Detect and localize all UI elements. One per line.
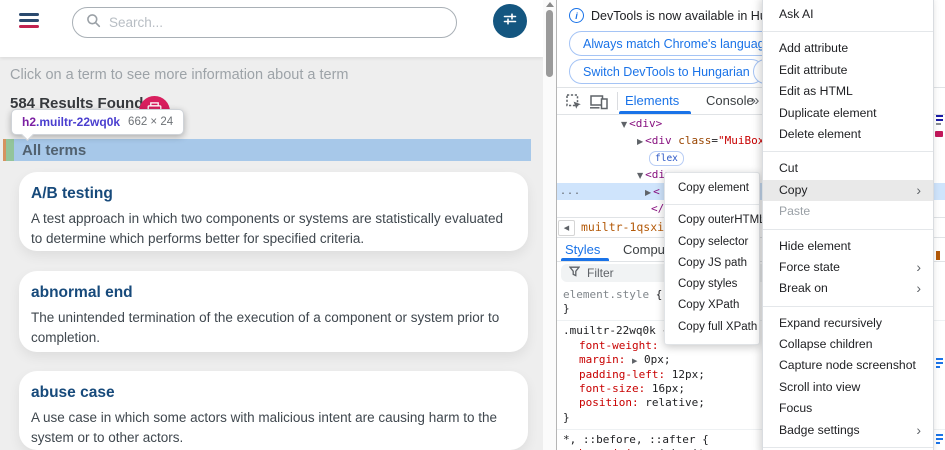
menu-separator xyxy=(665,204,759,205)
browser-with-devtools: Search... Click on a term to see more in… xyxy=(0,0,945,450)
menu-item-collapse-children[interactable]: Collapse children xyxy=(763,334,933,355)
menu-separator xyxy=(763,447,933,448)
filter-button[interactable] xyxy=(493,4,527,38)
menu-item-add-attribute[interactable]: Add attribute xyxy=(763,38,933,59)
submenu-arrow-icon: › xyxy=(916,257,921,278)
section-header-label: All terms xyxy=(14,142,86,159)
expand-arrow-icon[interactable]: ▶ xyxy=(632,357,637,365)
expand-arrow-icon[interactable]: ▼ xyxy=(637,171,643,180)
menu-item-copy-full-xpath[interactable]: Copy full XPath xyxy=(665,317,759,338)
match-language-button[interactable]: Always match Chrome's language xyxy=(569,31,786,56)
scrollbar-thumb[interactable] xyxy=(546,10,553,77)
tab-elements[interactable]: Elements xyxy=(625,93,679,108)
menu-separator xyxy=(763,31,933,32)
menu-item-cut[interactable]: Cut xyxy=(763,158,933,179)
hamburger-menu-icon[interactable] xyxy=(19,13,39,29)
menu-item-delete-element[interactable]: Delete element xyxy=(763,124,933,145)
tab-console[interactable]: Console xyxy=(706,93,754,108)
term-card[interactable]: A/B testing A test approach in which two… xyxy=(19,172,528,251)
inspect-padding-overlay xyxy=(6,139,14,161)
menu-separator xyxy=(763,229,933,230)
menu-item-capture-node-screenshot[interactable]: Capture node screenshot xyxy=(763,355,933,376)
term-card[interactable]: abnormal end The unintended termination … xyxy=(19,271,528,352)
inspect-tooltip: h2.muiltr-22wq0k 662 × 24 xyxy=(11,109,184,135)
device-toolbar-icon[interactable] xyxy=(590,95,608,113)
menu-item-scroll-into-view[interactable]: Scroll into view xyxy=(763,377,933,398)
page-header: Search... xyxy=(0,0,543,57)
section-header-highlighted[interactable]: All terms xyxy=(3,139,531,161)
menu-item-hide-element[interactable]: Hide element xyxy=(763,236,933,257)
term-definition: A use case in which some actors with mal… xyxy=(31,408,514,447)
menu-separator xyxy=(763,306,933,307)
toolbar-separator xyxy=(617,92,618,110)
collapse-arrow-icon[interactable]: ▶ xyxy=(637,137,643,146)
expand-arrow-icon[interactable]: ▼ xyxy=(621,120,627,129)
scrollbar-up-arrow[interactable] xyxy=(546,2,554,7)
submenu-arrow-icon: › xyxy=(916,180,921,201)
more-actions-icon[interactable]: ... xyxy=(560,183,581,200)
search-placeholder: Search... xyxy=(109,15,163,30)
term-card[interactable]: abuse case A use case in which some acto… xyxy=(19,371,528,450)
menu-item-copy[interactable]: Copy› xyxy=(763,180,933,201)
info-icon: i xyxy=(569,8,584,23)
menu-item-force-state[interactable]: Force state› xyxy=(763,257,933,278)
term-title: abnormal end xyxy=(31,284,514,302)
glossary-page: Search... Click on a term to see more in… xyxy=(0,0,543,450)
flex-badge[interactable]: flex xyxy=(649,151,684,166)
menu-item-copy-xpath[interactable]: Copy XPath xyxy=(665,295,759,316)
menu-item-paste: Paste xyxy=(763,201,933,222)
active-tab-underline xyxy=(619,111,691,114)
submenu-arrow-icon: › xyxy=(916,278,921,299)
sliders-icon xyxy=(502,11,518,32)
search-icon xyxy=(86,13,101,33)
tooltip-class: .muiltr-22wq0k xyxy=(36,115,120,129)
instruction-text: Click on a term to see more information … xyxy=(10,67,348,83)
menu-item-copy-selector[interactable]: Copy selector xyxy=(665,232,759,253)
active-tab-underline xyxy=(561,258,609,261)
menu-item-focus[interactable]: Focus xyxy=(763,398,933,419)
funnel-icon xyxy=(569,266,580,280)
menu-item-badge-settings[interactable]: Badge settings› xyxy=(763,420,933,441)
menu-item-edit-attribute[interactable]: Edit attribute xyxy=(763,60,933,81)
more-tabs-icon[interactable]: » xyxy=(751,92,759,109)
menu-item-break-on[interactable]: Break on› xyxy=(763,278,933,299)
term-definition: A test approach in which two components … xyxy=(31,209,514,248)
tooltip-tag: h2 xyxy=(22,115,36,129)
menu-item-copy-element[interactable]: Copy element xyxy=(665,178,759,199)
menu-item-edit-as-html[interactable]: Edit as HTML xyxy=(763,81,933,102)
menu-item-ask-ai[interactable]: Ask AI xyxy=(763,4,933,25)
copy-submenu: Copy element Copy outerHTML Copy selecto… xyxy=(664,172,760,345)
menu-item-copy-outerhtml[interactable]: Copy outerHTML xyxy=(665,210,759,231)
menu-item-copy-styles[interactable]: Copy styles xyxy=(665,274,759,295)
term-definition: The unintended termination of the execut… xyxy=(31,308,514,347)
inspect-content-overlay: All terms xyxy=(14,139,531,161)
tooltip-dimensions: 662 × 24 xyxy=(128,116,173,128)
context-menu: Ask AI Add attribute Edit attribute Edit… xyxy=(762,0,934,450)
collapse-arrow-icon[interactable]: ▶ xyxy=(645,188,651,197)
menu-item-duplicate-element[interactable]: Duplicate element xyxy=(763,103,933,124)
switch-language-button[interactable]: Switch DevTools to Hungarian xyxy=(569,59,764,84)
menu-item-copy-js-path[interactable]: Copy JS path xyxy=(665,253,759,274)
page-scrollbar[interactable] xyxy=(543,0,556,450)
tab-styles[interactable]: Styles xyxy=(565,242,600,257)
filter-placeholder: Filter xyxy=(587,266,614,280)
term-title: abuse case xyxy=(31,384,514,402)
inspect-element-icon[interactable] xyxy=(565,93,583,114)
menu-item-expand-recursively[interactable]: Expand recursively xyxy=(763,313,933,334)
menu-separator xyxy=(763,151,933,152)
breadcrumb-back-icon[interactable]: ◀ xyxy=(558,220,575,236)
search-input[interactable]: Search... xyxy=(72,7,457,38)
infobar-message: DevTools is now available in Hunga xyxy=(591,9,788,23)
submenu-arrow-icon: › xyxy=(916,420,921,441)
term-title: A/B testing xyxy=(31,185,514,203)
